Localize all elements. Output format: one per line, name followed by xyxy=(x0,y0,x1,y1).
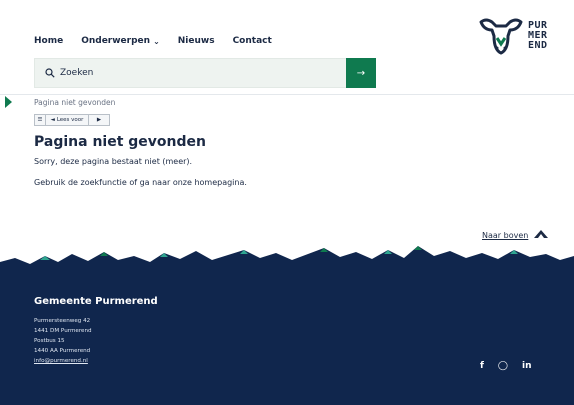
header-divider xyxy=(0,94,574,95)
breadcrumb: Pagina niet gevonden xyxy=(34,98,116,107)
site-footer: Gemeente Purmerend Purmersteenweg 42 144… xyxy=(0,266,574,405)
address-postcode: 1441 DM Purmerend xyxy=(34,328,92,334)
search-bar: Zoeken → xyxy=(34,58,376,88)
back-to-top-link[interactable]: Naar boven xyxy=(482,230,549,240)
speaker-icon: ◄ xyxy=(50,117,55,123)
main-navigation: Home Onderwerpen ⌄ Nieuws Contact xyxy=(34,36,272,46)
page-title: Pagina niet gevonden xyxy=(34,134,206,150)
footer-title: Gemeente Purmerend xyxy=(34,296,158,307)
purmerend-logo[interactable]: PUR MER END xyxy=(478,12,570,60)
address-street: Purmersteenweg 42 xyxy=(34,318,91,324)
nav-home[interactable]: Home xyxy=(34,36,63,46)
back-to-top-label: Naar boven xyxy=(482,230,529,240)
play-icon: ▶ xyxy=(96,117,102,123)
readspeaker-toolbar: ☰ ◄ Lees voor ▶ xyxy=(34,114,110,126)
arrow-right-icon: → xyxy=(356,67,366,79)
address-postbox-postcode: 1440 AA Purmerend xyxy=(34,348,91,354)
footer-address: Purmersteenweg 42 1441 DM Purmerend Post… xyxy=(34,316,92,366)
address-postbox: Postbus 15 xyxy=(34,338,65,344)
readspeaker-play-button[interactable]: ▶ xyxy=(89,115,109,125)
menu-icon: ☰ xyxy=(37,117,43,123)
nav-news[interactable]: Nieuws xyxy=(178,36,215,46)
linkedin-icon[interactable]: in xyxy=(522,361,532,371)
nav-contact[interactable]: Contact xyxy=(233,36,272,46)
facebook-icon[interactable]: f xyxy=(480,361,484,371)
error-message: Sorry, deze pagina bestaat niet (meer). xyxy=(34,157,193,166)
help-message: Gebruik de zoekfunctie of ga naar onze h… xyxy=(34,178,247,187)
social-links: f ◯ in xyxy=(480,361,532,371)
readspeaker-menu-button[interactable]: ☰ xyxy=(35,115,46,125)
logo-text: PUR MER END xyxy=(528,21,548,51)
footer-email-link[interactable]: info@purmerend.nl xyxy=(34,356,92,366)
nav-topics[interactable]: Onderwerpen ⌄ xyxy=(81,36,160,46)
arrow-up-icon xyxy=(534,230,549,238)
footer-wave-decoration xyxy=(0,246,574,268)
search-input[interactable]: Zoeken xyxy=(34,58,346,88)
search-submit-button[interactable]: → xyxy=(346,58,376,88)
search-icon xyxy=(45,68,55,78)
chevron-down-icon: ⌄ xyxy=(153,36,160,46)
site-header: Home Onderwerpen ⌄ Nieuws Contact PUR ME… xyxy=(0,0,574,96)
readspeaker-label: Lees voor xyxy=(56,117,84,123)
instagram-icon[interactable]: ◯ xyxy=(498,361,508,371)
search-placeholder: Zoeken xyxy=(60,68,94,78)
logo-line-3: END xyxy=(528,40,548,51)
readspeaker-read-button[interactable]: ◄ Lees voor xyxy=(46,115,89,125)
triangle-marker-icon xyxy=(5,96,12,108)
footer-bottom-bar xyxy=(0,399,574,405)
nav-topics-label: Onderwerpen xyxy=(81,36,151,46)
cow-head-icon xyxy=(479,18,523,55)
